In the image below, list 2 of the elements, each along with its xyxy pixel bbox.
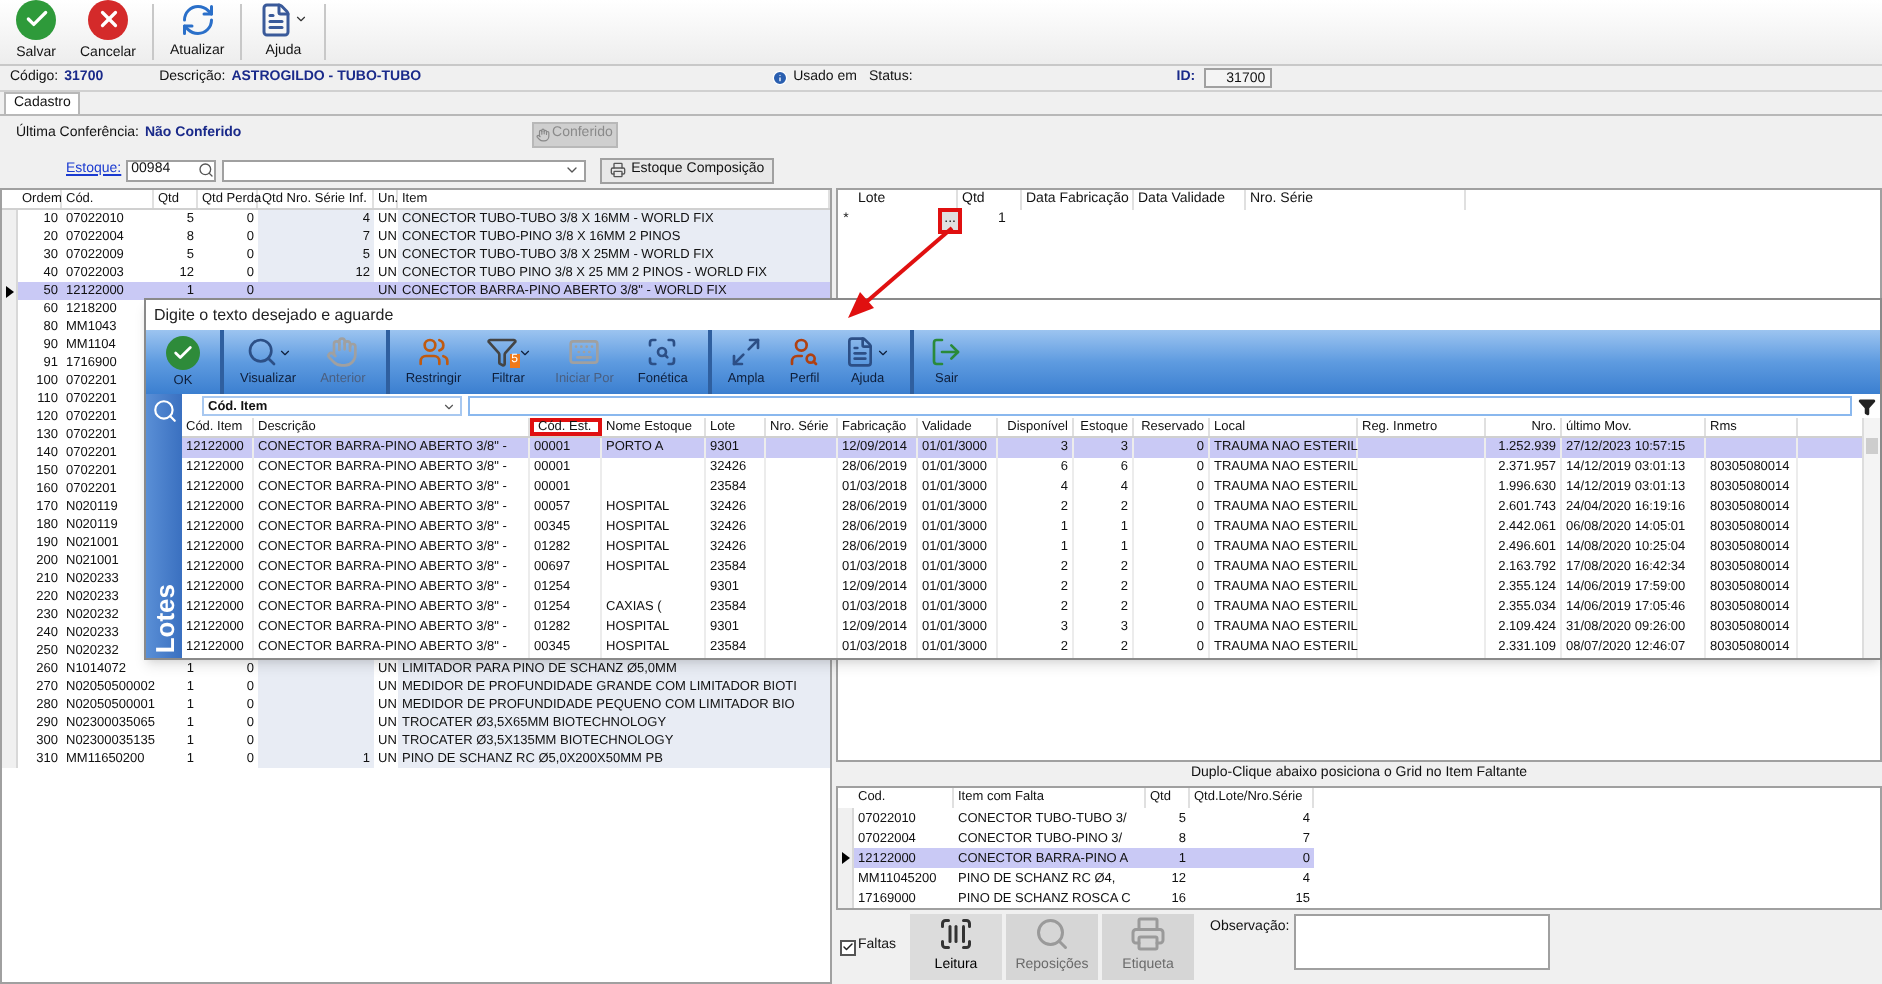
- dialog-title: Digite o texto desejado e aguarde: [154, 306, 394, 324]
- side-label: Lotes: [155, 584, 173, 654]
